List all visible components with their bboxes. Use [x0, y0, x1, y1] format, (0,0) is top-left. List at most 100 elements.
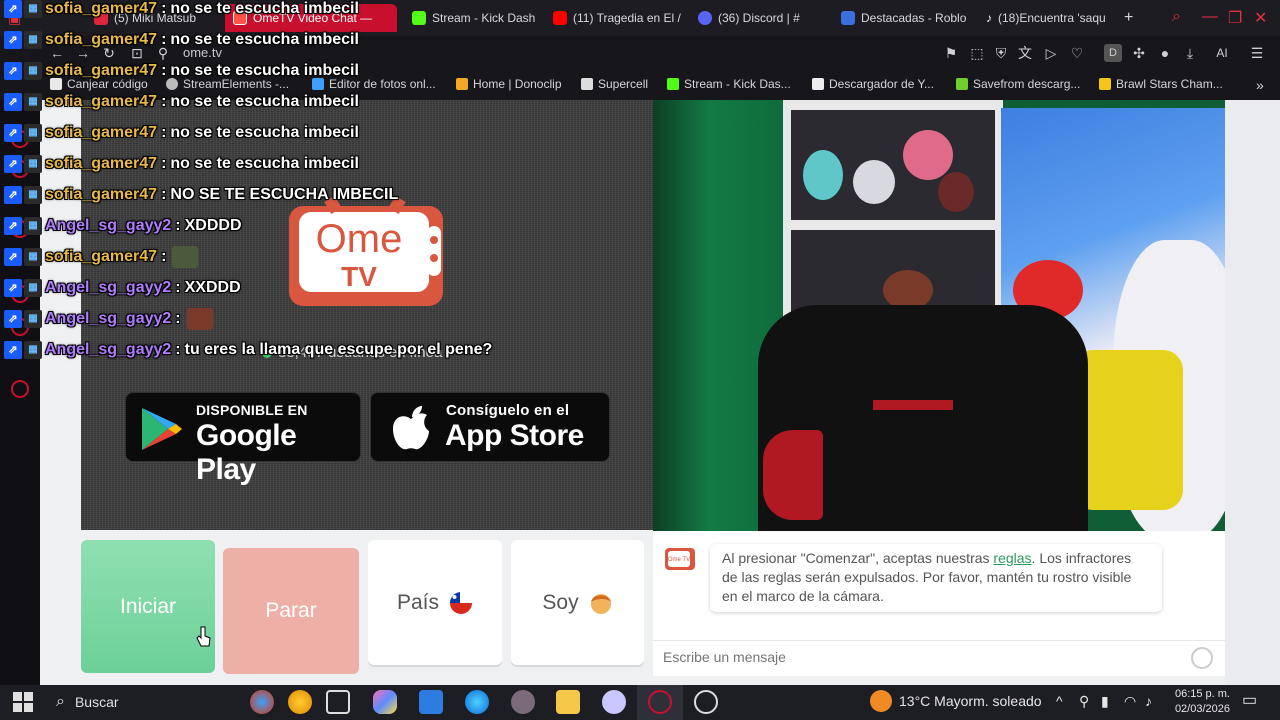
volume-icon[interactable]: ♪: [1145, 693, 1152, 709]
mouse-cursor-icon: [196, 626, 211, 647]
chat-username[interactable]: sofia_gamer47: [45, 124, 157, 142]
google-play-badge[interactable]: DISPONIBLE EN Google Play: [125, 392, 361, 486]
system-message-text: Al presionar "Comenzar", aceptas nuestra…: [722, 550, 994, 566]
download-icon[interactable]: ⤓: [1181, 44, 1199, 62]
chat-username[interactable]: sofia_gamer47: [45, 248, 157, 266]
chat-username[interactable]: sofia_gamer47: [45, 93, 157, 111]
tab-youtube[interactable]: (11) Tragedia en El /: [545, 4, 685, 32]
tab-roblox[interactable]: Destacadas - Roblo: [833, 4, 973, 32]
tiktok-icon: ♪: [986, 11, 992, 25]
taskbar-app-icon[interactable]: [250, 690, 274, 714]
opera-gx-icon[interactable]: [648, 690, 672, 714]
bookmark-item[interactable]: Brawl Stars Cham...: [1099, 77, 1223, 91]
translate-icon[interactable]: 文: [1016, 44, 1034, 62]
chat-message: ⇗ ▦ sofia_gamer47: no se te escucha imbecil: [4, 60, 359, 82]
google-play-big-text: Google Play: [196, 419, 297, 486]
clock[interactable]: 06:15 p. m. 02/03/2026: [1168, 687, 1230, 717]
chat-username[interactable]: sofia_gamer47: [45, 31, 157, 49]
gear-icon[interactable]: [11, 380, 29, 398]
chat-badges: ⇗ ▦: [4, 186, 42, 204]
tab-kick[interactable]: Stream - Kick Dash: [404, 4, 544, 32]
chat-badges: ⇗ ▦: [4, 217, 42, 235]
minimize-icon[interactable]: —: [1202, 8, 1218, 26]
chat-badges: ⇗ ▦: [4, 279, 42, 297]
chat-message: ⇗ ▦ Angel_sg_gayy2: XDDDD: [4, 215, 242, 237]
maximize-icon[interactable]: ❐: [1228, 8, 1242, 28]
logo-text-tv: TV: [341, 261, 377, 292]
gender-label: Soy: [542, 590, 579, 614]
chat-badges: ⇗ ▦: [4, 0, 42, 18]
puzzle-icon[interactable]: ✣: [1130, 44, 1148, 62]
profile-icon[interactable]: ●: [1156, 44, 1174, 62]
task-view-icon[interactable]: [326, 690, 350, 714]
store-icon[interactable]: [419, 690, 443, 714]
badge-icon: ▦: [24, 186, 42, 204]
tray-chevron-icon[interactable]: ^: [1056, 693, 1063, 709]
start-button[interactable]: Iniciar: [81, 540, 215, 673]
edge-icon[interactable]: [465, 690, 489, 714]
chair-accent: [873, 400, 953, 410]
screen: { "browser": { "tabs": [ {"label": "(5) …: [0, 0, 1280, 720]
app-store-badge[interactable]: Consíguelo en el App Store: [370, 392, 610, 462]
chat-username[interactable]: sofia_gamer47: [45, 0, 157, 18]
menu-icon[interactable]: ☰: [1248, 44, 1266, 62]
clock-time: 06:15 p. m.: [1174, 688, 1230, 700]
chat-message: ⇗ ▦ Angel_sg_gayy2: XXDDD: [4, 277, 241, 299]
new-tab-button[interactable]: +: [1116, 4, 1138, 32]
taskbar-app-icon[interactable]: [602, 690, 626, 714]
bookmark-item[interactable]: Supercell: [581, 77, 648, 91]
folder-icon[interactable]: [556, 690, 580, 714]
search-tabs-icon[interactable]: ⌕: [1172, 8, 1181, 26]
shield-icon[interactable]: ⛨: [992, 44, 1010, 62]
emoji-icon[interactable]: [1191, 647, 1213, 669]
chat-username[interactable]: Angel_sg_gayy2: [45, 310, 171, 328]
wifi-icon[interactable]: ◠: [1124, 693, 1136, 710]
more-bookmarks-button[interactable]: »: [1256, 77, 1264, 93]
gender-button[interactable]: Soy: [511, 540, 644, 665]
chat-username[interactable]: sofia_gamer47: [45, 62, 157, 80]
chat-username[interactable]: Angel_sg_gayy2: [45, 341, 171, 359]
tab-tiktok[interactable]: ♪ (18)Encuentra 'saqu: [978, 4, 1114, 32]
copilot-icon[interactable]: [373, 690, 397, 714]
plush-toy: [803, 150, 843, 200]
rules-link[interactable]: reglas: [993, 550, 1031, 566]
weather-text[interactable]: 13°C Mayorm. soleado: [899, 693, 1042, 709]
windows-start-icon[interactable]: [13, 692, 33, 712]
page-scroll-area[interactable]: [1225, 100, 1280, 685]
close-icon[interactable]: ✕: [1254, 8, 1267, 28]
chat-username[interactable]: Angel_sg_gayy2: [45, 279, 171, 297]
chat-username[interactable]: sofia_gamer47: [45, 155, 157, 173]
taskbar-app-icon[interactable]: [288, 690, 312, 714]
play-icon[interactable]: ▷: [1042, 44, 1060, 62]
tray-usb-icon[interactable]: ⚲: [1079, 693, 1089, 710]
bookmark-item[interactable]: Descargador de Y...: [812, 77, 934, 91]
taskbar-search[interactable]: ⌕ Buscar: [48, 687, 238, 717]
chat-message: ⇗ ▦ sofia_gamer47: no se te escucha imbecil: [4, 91, 359, 113]
screenshot-icon[interactable]: ⬚: [968, 44, 986, 62]
taskbar-app-icon[interactable]: [511, 690, 535, 714]
message-input[interactable]: [663, 649, 1163, 665]
battery-icon[interactable]: ▮: [1101, 693, 1109, 710]
stop-button[interactable]: Parar: [223, 548, 359, 674]
chat-message: ⇗ ▦ sofia_gamer47: no se te escucha imbecil: [4, 29, 359, 51]
bookmark-item[interactable]: Stream - Kick Das...: [667, 77, 791, 91]
bookmark-item[interactable]: Home | Donoclip: [456, 77, 562, 91]
chat-username[interactable]: Angel_sg_gayy2: [45, 217, 171, 235]
chat-username[interactable]: sofia_gamer47: [45, 186, 157, 204]
bookmark-item[interactable]: Savefrom descarg...: [956, 77, 1080, 91]
plus-icon: +: [1124, 9, 1134, 26]
chat-separator: :: [175, 341, 181, 358]
badge-icon: ⇗: [4, 341, 22, 359]
extension-d-icon[interactable]: D: [1104, 44, 1122, 62]
country-button[interactable]: País: [368, 540, 502, 665]
heart-icon[interactable]: ♡: [1068, 44, 1086, 62]
ai-button[interactable]: AI: [1207, 44, 1237, 62]
chat-emote-icon: [172, 246, 199, 268]
obs-icon[interactable]: [694, 690, 718, 714]
chat-text: no se te escucha imbecil: [170, 31, 359, 48]
tab-discord[interactable]: (36) Discord | #: [690, 4, 830, 32]
chat-separator: :: [175, 310, 181, 327]
notification-icon[interactable]: ▭: [1242, 690, 1257, 710]
pin-icon[interactable]: ⚑: [942, 44, 960, 62]
badge-icon: ▦: [24, 124, 42, 142]
